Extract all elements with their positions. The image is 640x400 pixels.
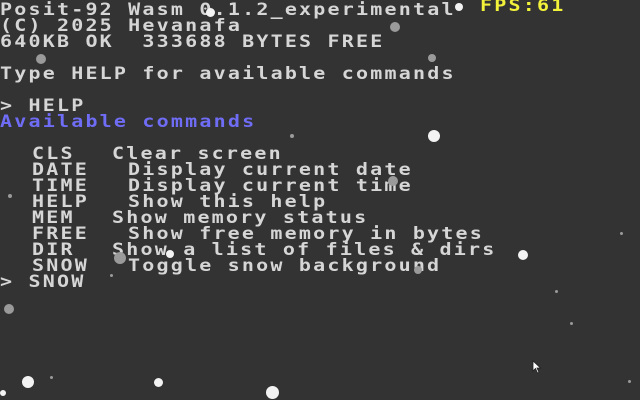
snowflake — [390, 22, 400, 32]
memory-line: 640KB OK 333688 BYTES FREE — [0, 30, 385, 52]
snowflake — [555, 290, 558, 293]
snowflake — [50, 376, 53, 379]
help-hint-line: Type HELP for available commands — [0, 62, 456, 84]
available-commands-heading: Available commands — [0, 110, 257, 132]
fps-counter: FPS:61 — [480, 0, 566, 16]
mouse-pointer-icon — [532, 360, 542, 374]
snowflake — [166, 250, 174, 258]
entered-command: SNOW — [28, 270, 86, 292]
snowflake — [414, 266, 422, 274]
command-description: Toggle snow background — [128, 254, 442, 276]
snowflake — [8, 194, 12, 198]
snowflake — [266, 386, 279, 399]
snowflake — [110, 274, 113, 277]
snowflake — [428, 54, 436, 62]
snowflake — [0, 390, 6, 396]
snowflake — [4, 304, 14, 314]
snowflake — [518, 250, 528, 260]
snowflake — [22, 376, 34, 388]
prompt-symbol: > — [0, 270, 15, 292]
snowflake — [154, 378, 163, 387]
snowflake — [36, 54, 46, 64]
terminal-screen[interactable]: Posit-92 Wasm 0.1.2_experimental (C) 202… — [0, 0, 640, 400]
snowflake — [428, 130, 440, 142]
snowflake — [455, 3, 463, 11]
snowflake — [290, 134, 294, 138]
snowflake — [388, 176, 398, 186]
snowflake — [628, 380, 631, 383]
snowflake — [570, 322, 573, 325]
snowflake — [620, 232, 623, 235]
snowflake — [114, 252, 126, 264]
snowflake — [206, 8, 215, 17]
command-history-entry: > SNOW — [0, 272, 85, 289]
